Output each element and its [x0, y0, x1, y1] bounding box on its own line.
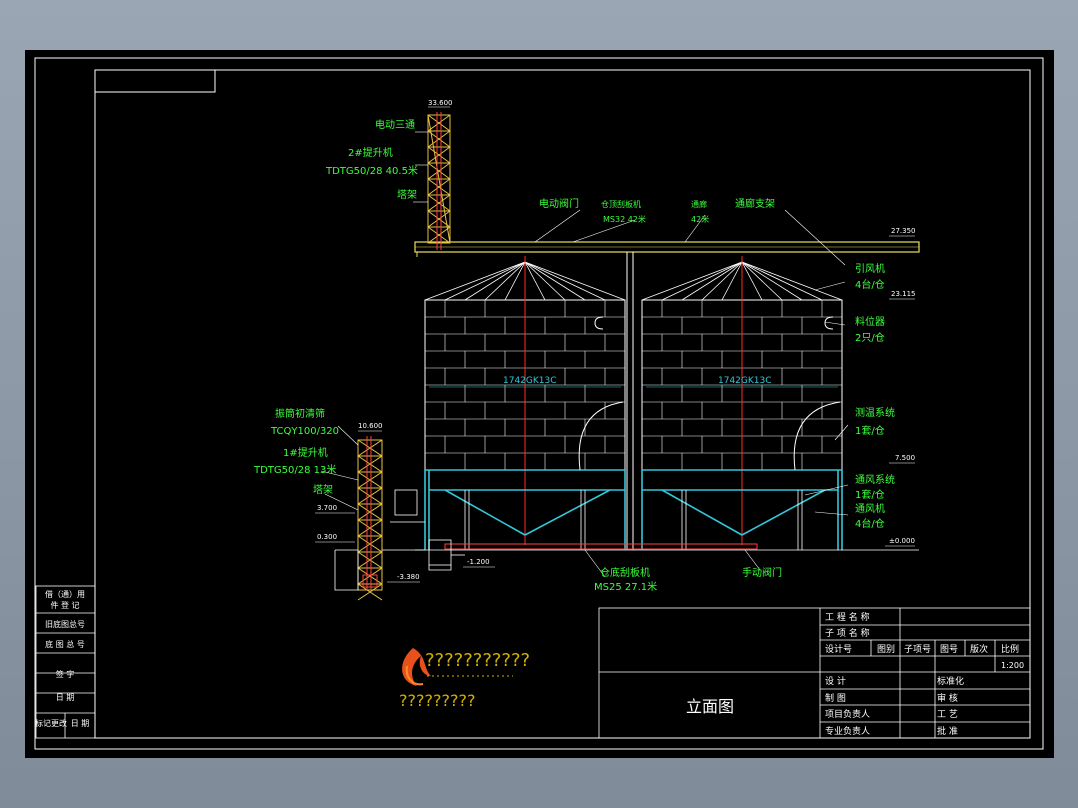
label-gallery: 通廊	[691, 199, 707, 209]
strip-r4: 签 字	[56, 669, 75, 679]
label-gallery-length: 42米	[691, 214, 709, 224]
tb-h-sub-no: 子项号	[904, 644, 931, 655]
elev-3700: 3.700	[317, 504, 337, 512]
elev-0300: 0.300	[317, 533, 337, 541]
elev-10600: 10.600	[358, 422, 383, 430]
silo-left-label: 1742GK13C	[503, 376, 557, 386]
label-induced-fan: 引风机	[855, 262, 885, 275]
elev-minus-1200: -1.200	[467, 558, 490, 566]
label-tower-frame-top: 塔架	[397, 188, 417, 201]
elev-33600: 33.600	[428, 99, 453, 107]
title-block	[598, 607, 1031, 739]
strip-r1b: 件 登 记	[50, 600, 79, 610]
tb-process: 工 艺	[937, 709, 958, 720]
tb-h-design-no: 设计号	[825, 643, 852, 655]
strip-r6a: 标记更改	[35, 718, 67, 728]
label-bottom-scraper-spec: MS25 27.1米	[594, 580, 657, 593]
label-manual-valve: 手动阀门	[742, 566, 782, 579]
strip-r2: 旧底图总号	[45, 619, 85, 629]
tb-h-version: 版次	[970, 643, 988, 655]
inner-border	[94, 69, 1031, 739]
label-drum-cleaner-spec: TCQY100/320	[270, 426, 339, 437]
label-elevator-1-spec: TDTG50/28 13米	[253, 463, 336, 476]
cad-viewport[interactable]: 借（通）用 件 登 记 旧底图总号 底 图 总 号 签 字 日 期 标记更改 日…	[25, 50, 1054, 758]
label-elevator-2-spec: TDTG50/28 40.5米	[325, 164, 418, 177]
tb-project-lead: 项目负责人	[825, 708, 870, 720]
tb-sub-item-name: 子 项 名 称	[825, 627, 870, 639]
drawing-title: 立面图	[686, 697, 734, 716]
label-tower-frame-low: 塔架	[313, 483, 333, 496]
elevator-tower-1	[357, 436, 383, 601]
tb-standardize: 标准化	[937, 675, 964, 687]
label-induced-fan-qty: 4台/仓	[855, 278, 885, 291]
strip-r1a: 借（通）用	[45, 589, 85, 599]
elev-23115: 23.115	[891, 290, 916, 298]
elev-7500: 7.500	[895, 454, 915, 462]
tb-discipline-lead: 专业负责人	[825, 725, 870, 737]
label-top-scraper-spec: MS32 42米	[603, 214, 646, 224]
strip-r5: 日 期	[56, 693, 75, 702]
tb-project-name: 工 程 名 称	[825, 611, 870, 623]
top-left-box	[94, 69, 216, 93]
logo: ??????????? ?????????	[399, 648, 530, 710]
silo-right-label: 1742GK13C	[718, 376, 772, 386]
tb-h-drawing-no: 图号	[940, 644, 958, 655]
tb-draw: 制 图	[825, 692, 846, 704]
label-electric-valve: 电动阀门	[539, 197, 579, 210]
label-electric-tee: 电动三通	[375, 118, 415, 131]
strip-r6b: 日 期	[71, 719, 90, 728]
tb-design: 设 计	[825, 675, 846, 687]
tb-h-scale: 比例	[1001, 643, 1019, 655]
elev-27350: 27.350	[891, 227, 916, 235]
label-elevator-1: 1#提升机	[283, 446, 328, 459]
label-vent-fan: 通风机	[855, 502, 885, 515]
logo-text: ???????????	[425, 650, 530, 671]
label-gallery-support: 通廊支架	[735, 197, 775, 210]
label-vent-system-qty: 1套/仓	[855, 488, 885, 501]
tb-h-category: 图别	[877, 644, 895, 655]
label-drum-cleaner: 振筒初清筛	[275, 407, 325, 420]
tb-approve: 批 准	[937, 725, 958, 737]
silo-structure: 1742GK13C 1742GK13C	[414, 241, 920, 551]
tb-review: 审 核	[937, 692, 958, 704]
label-bottom-scraper: 仓底刮板机	[600, 566, 650, 579]
elev-minus-3380: -3.380	[397, 573, 420, 581]
logo-sub: ?????????	[399, 691, 475, 710]
label-elevator-2: 2#提升机	[348, 146, 393, 159]
strip-r3: 底 图 总 号	[45, 639, 85, 649]
tb-scale-value: 1:200	[1001, 661, 1024, 670]
elevator-tower-2	[427, 112, 451, 250]
label-temp-system-qty: 1套/仓	[855, 424, 885, 437]
label-level-sensor: 料位器	[855, 315, 885, 328]
label-temp-system: 测温系统	[855, 406, 895, 419]
label-vent-fan-qty: 4台/仓	[855, 517, 885, 530]
elev-0000: ±0.000	[889, 537, 915, 545]
elevation-drawing: 借（通）用 件 登 记 旧底图总号 底 图 总 号 签 字 日 期 标记更改 日…	[34, 57, 1044, 750]
label-vent-system: 通风系统	[855, 473, 895, 486]
label-top-scraper: 仓顶刮板机	[601, 199, 641, 209]
label-level-sensor-qty: 2只/仓	[855, 331, 885, 344]
